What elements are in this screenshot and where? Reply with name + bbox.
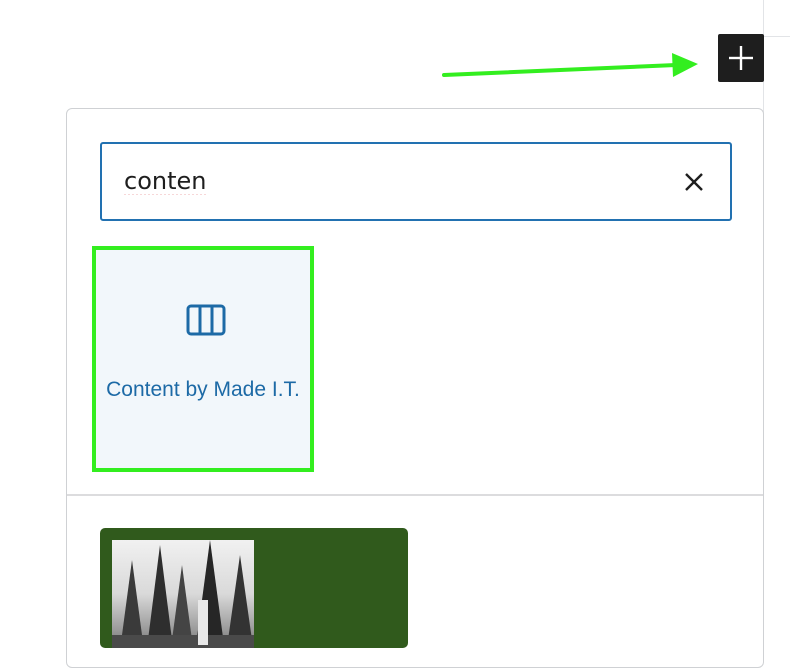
editor-edge-tick — [764, 36, 790, 37]
search-input[interactable] — [124, 162, 644, 200]
plus-icon — [729, 46, 753, 70]
close-icon — [685, 173, 703, 191]
columns-icon — [186, 304, 226, 336]
block-result-content-by-made-it[interactable]: Content by Made I.T. — [92, 246, 314, 472]
forest-image — [112, 540, 254, 648]
add-block-button[interactable] — [718, 34, 764, 82]
pattern-preview[interactable] — [100, 528, 408, 648]
block-result-label: Content by Made I.T. — [106, 378, 300, 401]
forest-trees-graphic — [112, 540, 254, 648]
clear-search-button[interactable] — [678, 166, 710, 198]
search-box — [100, 142, 732, 221]
section-divider — [67, 494, 763, 496]
